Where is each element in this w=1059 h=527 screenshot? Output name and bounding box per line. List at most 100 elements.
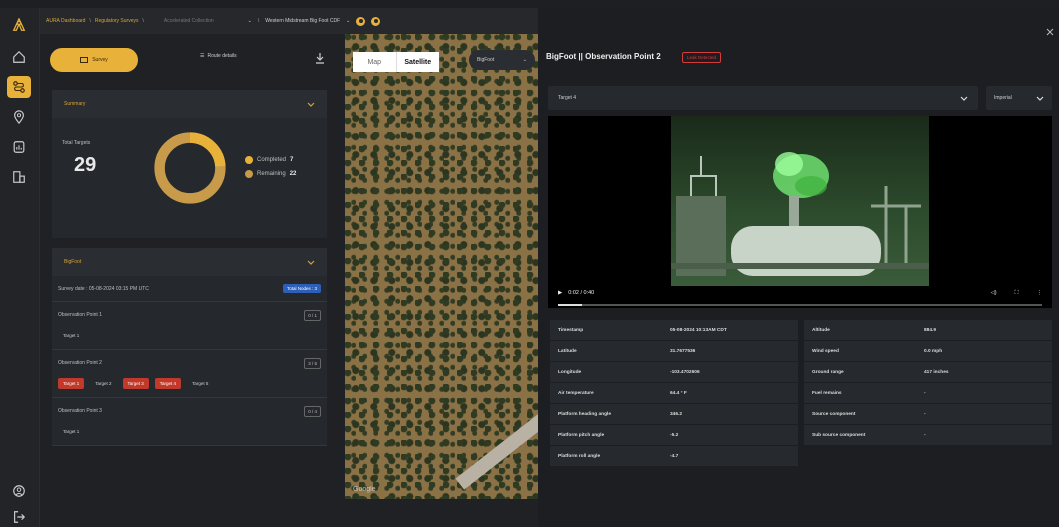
tab-route-label: Route details bbox=[207, 53, 237, 59]
table-row: Timestamp 05-08-2024 10:13AM CDT bbox=[550, 320, 798, 341]
target-chip[interactable]: Target 1 bbox=[58, 426, 84, 437]
target-select[interactable]: Target 4 bbox=[548, 86, 978, 110]
prev-icon[interactable] bbox=[356, 16, 366, 26]
table-key: Platform heading angle bbox=[558, 411, 612, 417]
map-layer-select[interactable]: BigFoot ⌄ bbox=[469, 50, 535, 70]
table-row: Platform heading angle 346.2 bbox=[550, 404, 798, 425]
chevron-down-icon: ⌄ bbox=[346, 18, 351, 24]
target-chip[interactable]: Target 3 bbox=[122, 378, 149, 389]
bigfoot-title: BigFoot bbox=[64, 259, 82, 265]
breadcrumb-separator: \ bbox=[89, 18, 91, 24]
bigfoot-header[interactable]: BigFoot bbox=[52, 248, 327, 276]
table-row: Longitude -103.4702606 bbox=[550, 362, 798, 383]
target-chip[interactable]: Target 1 bbox=[58, 378, 85, 389]
table-key: Timestamp bbox=[558, 327, 584, 333]
observation-point[interactable]: Observation Point 3 0 / 4 Target 1 bbox=[52, 398, 327, 446]
account-icon[interactable] bbox=[7, 480, 31, 502]
unit-select[interactable]: Imperial bbox=[986, 86, 1052, 110]
download-icon[interactable] bbox=[313, 51, 327, 65]
observation-point-title: Observation Point 1 bbox=[58, 312, 102, 318]
video-frame bbox=[671, 116, 929, 286]
target-chip[interactable]: Target 1 bbox=[58, 330, 84, 341]
more-options-icon[interactable]: ⋮ bbox=[1037, 290, 1043, 297]
table-value: 884.9 bbox=[924, 327, 937, 333]
fullscreen-icon[interactable]: ⛶ bbox=[1015, 290, 1019, 297]
next-icon[interactable] bbox=[371, 16, 381, 26]
close-icon[interactable] bbox=[1046, 28, 1054, 36]
location-pin-icon[interactable] bbox=[7, 106, 31, 128]
table-key: Source component bbox=[812, 411, 856, 417]
table-row: Air temperature 64.4 ° F bbox=[550, 383, 798, 404]
tab-survey[interactable]: Survey bbox=[50, 48, 138, 72]
breadcrumb-surveys[interactable]: Regulatory Surveys bbox=[95, 18, 139, 24]
table-key: Latitude bbox=[558, 348, 577, 354]
legend-completed-value: 7 bbox=[290, 157, 294, 163]
nav-rail bbox=[0, 8, 40, 527]
table-value: -4.7 bbox=[670, 453, 679, 459]
chevron-down-icon: ⌄ bbox=[522, 57, 527, 63]
map-layer-label: BigFoot bbox=[477, 57, 495, 63]
survey-panel: Survey ☰ Route details Summary Total Tar… bbox=[40, 34, 374, 527]
table-key: Platform pitch angle bbox=[558, 432, 605, 438]
table-value: 64.4 ° F bbox=[670, 390, 687, 396]
table-row: Source component - bbox=[804, 404, 1052, 425]
target-chips: Target 1 bbox=[58, 330, 321, 341]
table-key: Longitude bbox=[558, 369, 582, 375]
summary-title: Summary bbox=[64, 101, 86, 107]
volume-icon[interactable]: ◁) bbox=[991, 290, 997, 297]
target-chips: Target 1 Target 2 Target 3 Target 4 Target 5 bbox=[58, 378, 321, 389]
site-select-label: Western Midstream Big Foot CDF bbox=[265, 18, 341, 24]
map-option[interactable]: Map bbox=[353, 52, 396, 72]
table-key: Ground range bbox=[812, 369, 844, 375]
target-chip[interactable]: Target 5 bbox=[187, 378, 213, 389]
legend-remaining-value: 22 bbox=[289, 171, 297, 177]
observation-point[interactable]: Observation Point 2 3 / 5 Target 1 Target 2… bbox=[52, 350, 327, 398]
summary-legend: Completed 7 Remaining 22 bbox=[245, 156, 296, 184]
legend-completed-label: Completed bbox=[257, 157, 287, 163]
breadcrumb-separator: \ bbox=[142, 18, 144, 24]
target-chip[interactable]: Target 4 bbox=[154, 378, 182, 389]
total-nodes-badge: Total Nodes : 3 bbox=[282, 284, 321, 293]
total-targets-value: 29 bbox=[74, 154, 97, 176]
measurements-table-right: Altitude 884.9 Wind speed 0.0 mph Ground ran… bbox=[804, 320, 1052, 446]
legend-completed: Completed 7 bbox=[245, 156, 296, 164]
thermal-video-player[interactable]: ▶ 0:02 / 0:40 ◁) ⛶ ⋮ bbox=[548, 116, 1052, 308]
breadcrumb-collection[interactable]: Accelerated Collection bbox=[164, 18, 214, 24]
table-value: - bbox=[924, 390, 926, 396]
ogi-leak-scene bbox=[671, 152, 929, 276]
route-icon[interactable] bbox=[7, 76, 31, 98]
chevron-down-icon bbox=[960, 96, 968, 101]
panel-tabs: Survey ☰ Route details bbox=[50, 48, 340, 74]
observation-point[interactable]: Observation Point 1 0 / 1 Target 1 bbox=[52, 302, 327, 350]
summary-header[interactable]: Summary bbox=[52, 90, 327, 118]
observation-point-count: 0 / 1 bbox=[304, 310, 321, 321]
video-progress-bar[interactable] bbox=[558, 304, 1042, 306]
chevron-down-icon: ⌄ bbox=[247, 18, 252, 24]
inventory-icon[interactable] bbox=[7, 166, 31, 188]
logout-icon[interactable] bbox=[7, 506, 31, 527]
table-key: Platform roll angle bbox=[558, 453, 601, 459]
satellite-map[interactable]: Map Satellite BigFoot ⌄ Google bbox=[345, 34, 538, 499]
breadcrumb-dashboard[interactable]: AURA Dashboard bbox=[46, 18, 85, 24]
table-row: Altitude 884.9 bbox=[804, 320, 1052, 341]
table-value: 31.7677536 bbox=[670, 348, 696, 354]
survey-date-row: Survey date : 05-08-2024 03:15 PM UTC To… bbox=[52, 276, 327, 302]
site-select[interactable]: ⌄ \ Western Midstream Big Foot CDF ⌄ bbox=[247, 16, 381, 26]
observation-point-list: Observation Point 10 / 1 Target 1 Observat… bbox=[52, 302, 327, 446]
road bbox=[455, 392, 538, 490]
table-value: - bbox=[924, 411, 926, 417]
reports-icon[interactable] bbox=[7, 136, 31, 158]
play-icon[interactable]: ▶ bbox=[558, 290, 562, 296]
legend-remaining: Remaining 22 bbox=[245, 170, 296, 178]
legend-remaining-label: Remaining bbox=[257, 171, 286, 177]
chevron-down-icon bbox=[307, 102, 315, 107]
tab-route-details[interactable]: ☰ Route details bbox=[200, 53, 237, 59]
breadcrumb: AURA Dashboard \ Regulatory Surveys \ Ac… bbox=[40, 8, 538, 34]
home-icon[interactable] bbox=[7, 46, 31, 68]
table-row: Wind speed 0.0 mph bbox=[804, 341, 1052, 362]
target-chip[interactable]: Target 2 bbox=[90, 378, 116, 389]
aura-logo-icon[interactable] bbox=[7, 14, 31, 36]
list-icon: ☰ bbox=[200, 53, 205, 59]
table-key: Altitude bbox=[812, 327, 830, 333]
satellite-option[interactable]: Satellite bbox=[395, 52, 440, 72]
